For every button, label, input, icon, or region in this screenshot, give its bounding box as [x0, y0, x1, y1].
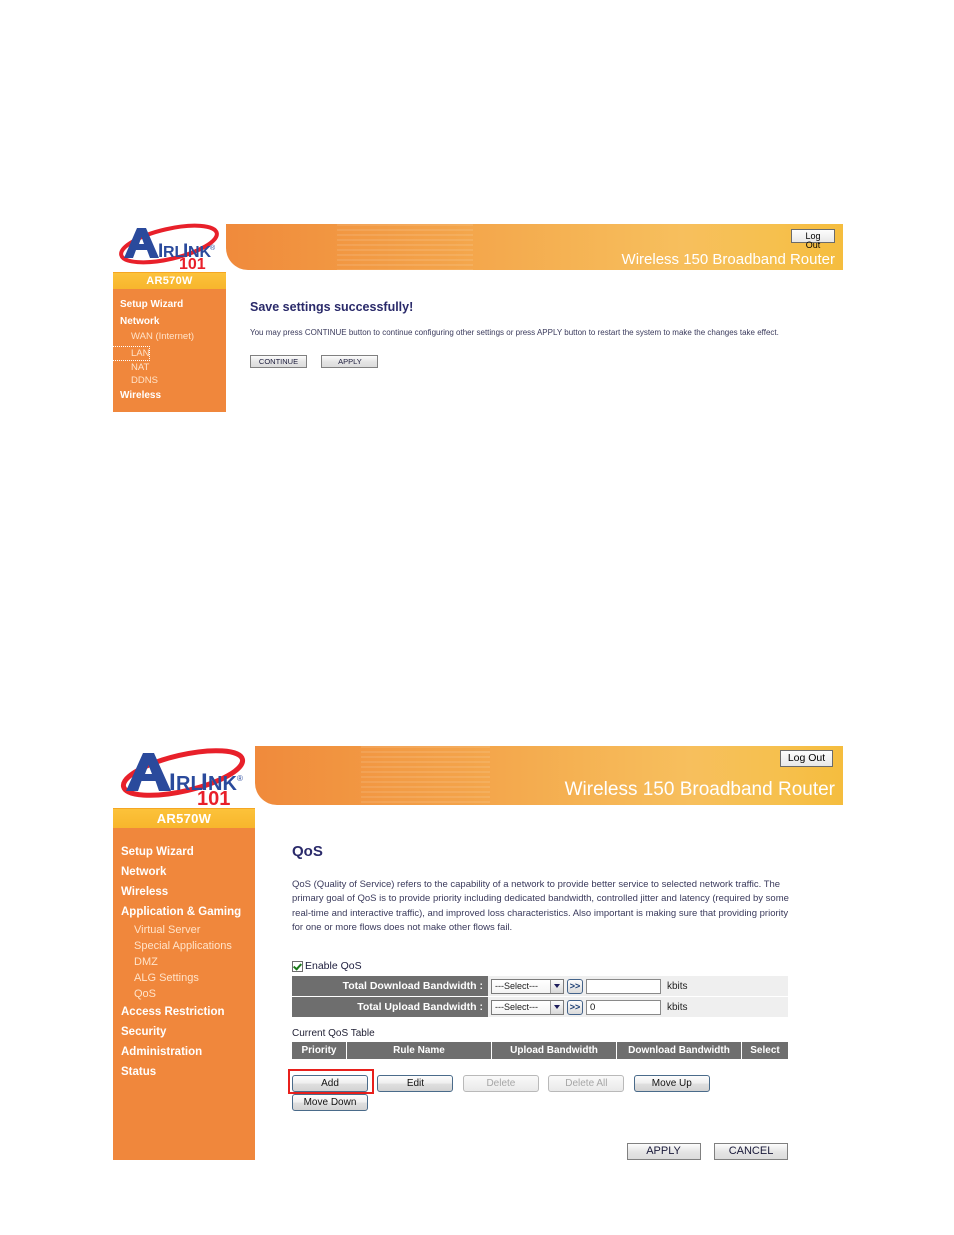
qos-table-header: Priority Rule Name Upload Bandwidth Down…	[292, 1042, 788, 1059]
sidebar-item-network[interactable]: Network	[113, 862, 255, 882]
sidebar-item-wireless[interactable]: Wireless	[113, 882, 255, 902]
qos-action-button-row: Add Edit Delete Delete All Move Up Move …	[288, 1069, 792, 1111]
header-stripe-decoration-2	[360, 746, 491, 805]
enable-qos-checkbox[interactable]	[292, 960, 303, 972]
svg-text:101: 101	[197, 788, 230, 808]
qos-footer-button-row: APPLY CANCEL	[292, 1141, 788, 1160]
column-header-select: Select	[742, 1042, 788, 1059]
chevron-down-icon[interactable]	[550, 979, 563, 993]
total-download-bandwidth-label: Total Download Bandwidth :	[292, 976, 488, 996]
add-button-highlight	[288, 1069, 374, 1094]
column-header-download-bandwidth: Download Bandwidth	[617, 1042, 742, 1059]
upload-bandwidth-input-value: 0	[590, 1001, 596, 1013]
total-upload-bandwidth-value: ---Select--- >> 0 kbits	[488, 997, 788, 1017]
cancel-button[interactable]: CANCEL	[714, 1143, 788, 1160]
enable-qos-row: Enable QoS	[292, 960, 812, 972]
qos-table-caption: Current QoS Table	[292, 1028, 375, 1039]
sidebar-item-virtual-server[interactable]: Virtual Server	[113, 922, 255, 938]
column-header-upload-bandwidth: Upload Bandwidth	[492, 1042, 617, 1059]
sidebar-item-application-gaming[interactable]: Application & Gaming	[113, 902, 255, 922]
sidebar-item-qos[interactable]: QoS	[113, 986, 255, 1002]
upload-bandwidth-go-button[interactable]: >>	[567, 999, 583, 1015]
page-title-2: QoS	[292, 843, 323, 860]
airlink-logo-icon-2: I RL I NK ® 101	[113, 746, 255, 808]
total-download-bandwidth-row: Total Download Bandwidth : ---Select--- …	[292, 976, 788, 997]
model-badge-2: AR570W	[113, 808, 255, 829]
delete-button[interactable]: Delete	[462, 1075, 539, 1092]
total-download-bandwidth-value: ---Select--- >> kbits	[488, 976, 788, 996]
upload-bandwidth-select[interactable]: ---Select---	[491, 999, 564, 1015]
column-header-priority: Priority	[292, 1042, 347, 1059]
bandwidth-form: Total Download Bandwidth : ---Select--- …	[292, 976, 788, 1018]
sidebar-item-alg-settings[interactable]: ALG Settings	[113, 970, 255, 986]
sidebar-item-access-restriction[interactable]: Access Restriction	[113, 1002, 255, 1022]
enable-qos-label: Enable QoS	[305, 960, 362, 972]
sidebar-item-dmz[interactable]: DMZ	[113, 954, 255, 970]
column-header-rule-name: Rule Name	[347, 1042, 492, 1059]
download-bandwidth-unit: kbits	[667, 980, 688, 992]
router-panel-qos: I RL I NK ® 101 AR570W Setup Wizard Netw…	[0, 0, 954, 1235]
download-bandwidth-input[interactable]	[586, 978, 661, 994]
sidebar-item-security[interactable]: Security	[113, 1022, 255, 1042]
move-up-button[interactable]: Move Up	[633, 1075, 710, 1092]
delete-all-button[interactable]: Delete All	[548, 1075, 625, 1092]
main-content-2: QoS QoS (Quality of Service) refers to t…	[288, 843, 812, 1160]
move-down-button[interactable]: Move Down	[292, 1094, 368, 1111]
download-bandwidth-select[interactable]: ---Select---	[491, 978, 564, 994]
page-description-2: QoS (Quality of Service) refers to the c…	[292, 879, 789, 933]
total-upload-bandwidth-row: Total Upload Bandwidth : ---Select--- >>…	[292, 997, 788, 1018]
download-bandwidth-go-button[interactable]: >>	[567, 978, 583, 994]
sidebar-item-special-applications[interactable]: Special Applications	[113, 938, 255, 954]
logout-button-2[interactable]: Log Out	[780, 750, 833, 767]
chevron-down-icon-2[interactable]	[550, 1000, 563, 1014]
page-header-bar-2: Log Out Wireless 150 Broadband Router	[255, 746, 843, 805]
sidebar-item-status[interactable]: Status	[113, 1062, 255, 1082]
brand-logo-block-2: I RL I NK ® 101 AR570W	[113, 746, 255, 829]
svg-text:I: I	[169, 769, 176, 796]
upload-bandwidth-select-value: ---Select---	[495, 1002, 538, 1012]
sidebar-item-administration[interactable]: Administration	[113, 1042, 255, 1062]
edit-button[interactable]: Edit	[377, 1075, 454, 1092]
download-bandwidth-select-value: ---Select---	[495, 981, 538, 991]
svg-text:®: ®	[237, 774, 243, 783]
header-title-2: Wireless 150 Broadband Router	[564, 779, 835, 800]
sidebar-item-setup-wizard[interactable]: Setup Wizard	[113, 842, 255, 862]
sidebar-nav-2: Setup Wizard Network Wireless Applicatio…	[113, 828, 255, 1160]
upload-bandwidth-input[interactable]: 0	[586, 999, 661, 1015]
apply-button-2[interactable]: APPLY	[626, 1143, 701, 1160]
total-upload-bandwidth-label: Total Upload Bandwidth :	[292, 997, 488, 1017]
upload-bandwidth-unit: kbits	[667, 1001, 688, 1013]
